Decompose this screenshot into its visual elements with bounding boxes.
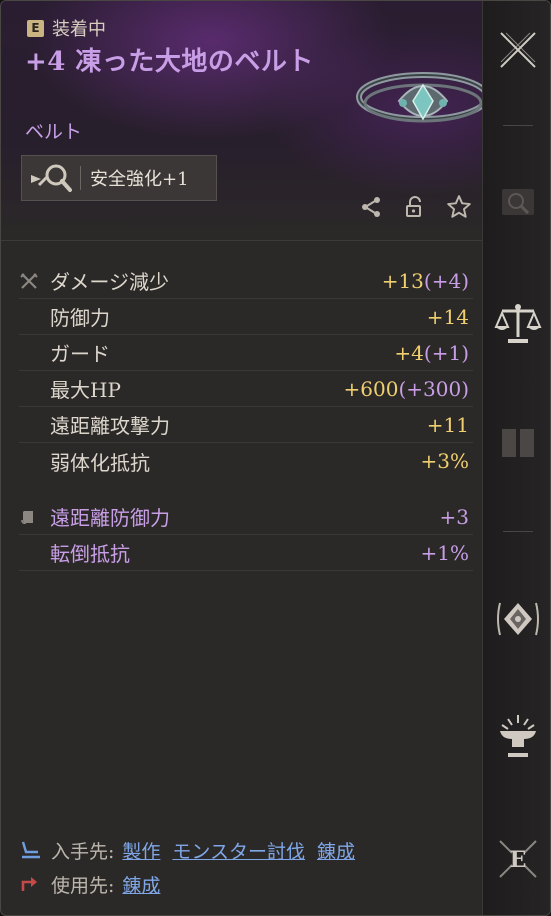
stat-value: +11: [426, 412, 469, 437]
safe-enhance-box[interactable]: 安全強化+1: [21, 155, 217, 201]
stat-value: +1%: [420, 540, 470, 565]
share-icon[interactable]: [357, 193, 385, 221]
stat-bonus: (+300): [398, 376, 469, 401]
magnifier-enhance-icon: [22, 155, 80, 201]
compare-scales-icon[interactable]: [483, 301, 550, 345]
use-link-transmute[interactable]: 錬成: [122, 871, 160, 898]
main-stats-list: ダメージ減少 +13(+4) 防御力 +14 ガード +4(+1) 最大HP +…: [19, 263, 473, 479]
enhance-separator: [80, 166, 81, 190]
item-header: E 装着中 +4 凍った大地のベルト ベルト 安全強化+1: [1, 1, 550, 241]
stat-value: +13(+4): [381, 268, 469, 293]
stat-label: 遠距離攻撃力: [50, 414, 170, 438]
stat-value: +600(+300): [343, 376, 469, 401]
stat-label: 転倒抵抗: [50, 542, 130, 566]
stat-row: 転倒抵抗 +1%: [19, 535, 473, 571]
stat-row: 遠距離攻撃力 +11: [19, 407, 473, 443]
sidebar-divider: [503, 125, 533, 126]
equipped-indicator: E 装着中: [27, 15, 106, 41]
stat-bonus: (+4): [423, 268, 469, 293]
stat-label: ガード: [50, 342, 110, 366]
source-link-monster-hunt[interactable]: モンスター討伐: [172, 837, 305, 864]
stat-label: 遠距離防御力: [50, 506, 170, 530]
scroll-icon: [19, 508, 39, 526]
source-link-transmute[interactable]: 錬成: [317, 837, 355, 864]
item-action-icons: [357, 193, 473, 221]
crossed-swords-icon: [19, 272, 39, 290]
book-icon[interactable]: [483, 425, 550, 461]
item-name: +4 凍った大地のベルト: [25, 47, 314, 77]
stat-bonus: (+1): [423, 340, 469, 365]
stat-row: ガード +4(+1): [19, 335, 473, 371]
belt-item-image: [353, 61, 493, 145]
item-tooltip-panel: E 装着中 +4 凍った大地のベルト ベルト 安全強化+1 ダメージ減少 +13…: [0, 0, 551, 916]
stat-label: ダメージ減少: [50, 270, 169, 294]
acquire-icon: [19, 839, 43, 861]
favorite-star-icon[interactable]: [445, 193, 473, 221]
stat-row: 防御力 +14: [19, 299, 473, 335]
anvil-icon[interactable]: [483, 711, 550, 761]
stat-row: ダメージ減少 +13(+4): [19, 263, 473, 299]
right-sidebar: E: [482, 1, 550, 915]
stat-value: +3%: [420, 449, 470, 473]
stat-label: 防御力: [50, 306, 110, 330]
stat-value: +4(+1): [394, 340, 469, 365]
use-label: 使用先:: [51, 874, 115, 897]
stat-value: +14: [426, 304, 469, 329]
cube-icon[interactable]: [483, 597, 550, 641]
close-icon[interactable]: [483, 29, 550, 71]
source-label: 入手先:: [51, 840, 115, 863]
stat-label: 弱体化抵抗: [50, 450, 150, 475]
source-link-craft[interactable]: 製作: [122, 837, 160, 864]
equipped-label: 装着中: [52, 19, 106, 40]
stat-value: +3: [439, 504, 469, 529]
use-icon: [19, 873, 43, 895]
use-row: 使用先: 錬成: [19, 867, 479, 901]
equipped-badge: E: [27, 19, 44, 37]
stat-row: 遠距離防御力 +3: [19, 499, 473, 535]
item-footer: 入手先: 製作 モンスター討伐 錬成 使用先: 錬成: [19, 833, 479, 901]
enhance-label: 安全強化+1: [90, 169, 189, 190]
source-row: 入手先: 製作 モンスター討伐 錬成: [19, 833, 479, 867]
search-icon[interactable]: [483, 185, 550, 221]
unlock-icon[interactable]: [401, 193, 429, 221]
equip-e-icon[interactable]: E: [483, 837, 550, 881]
stat-row: 弱体化抵抗 +3%: [19, 443, 473, 479]
svg-text:E: E: [510, 847, 527, 873]
stat-label: 最大HP: [50, 378, 121, 402]
sub-stats-list: 遠距離防御力 +3 転倒抵抗 +1%: [19, 499, 473, 571]
sidebar-divider: [503, 531, 533, 532]
item-category: ベルト: [25, 121, 83, 143]
stat-row: 最大HP +600(+300): [19, 371, 473, 407]
